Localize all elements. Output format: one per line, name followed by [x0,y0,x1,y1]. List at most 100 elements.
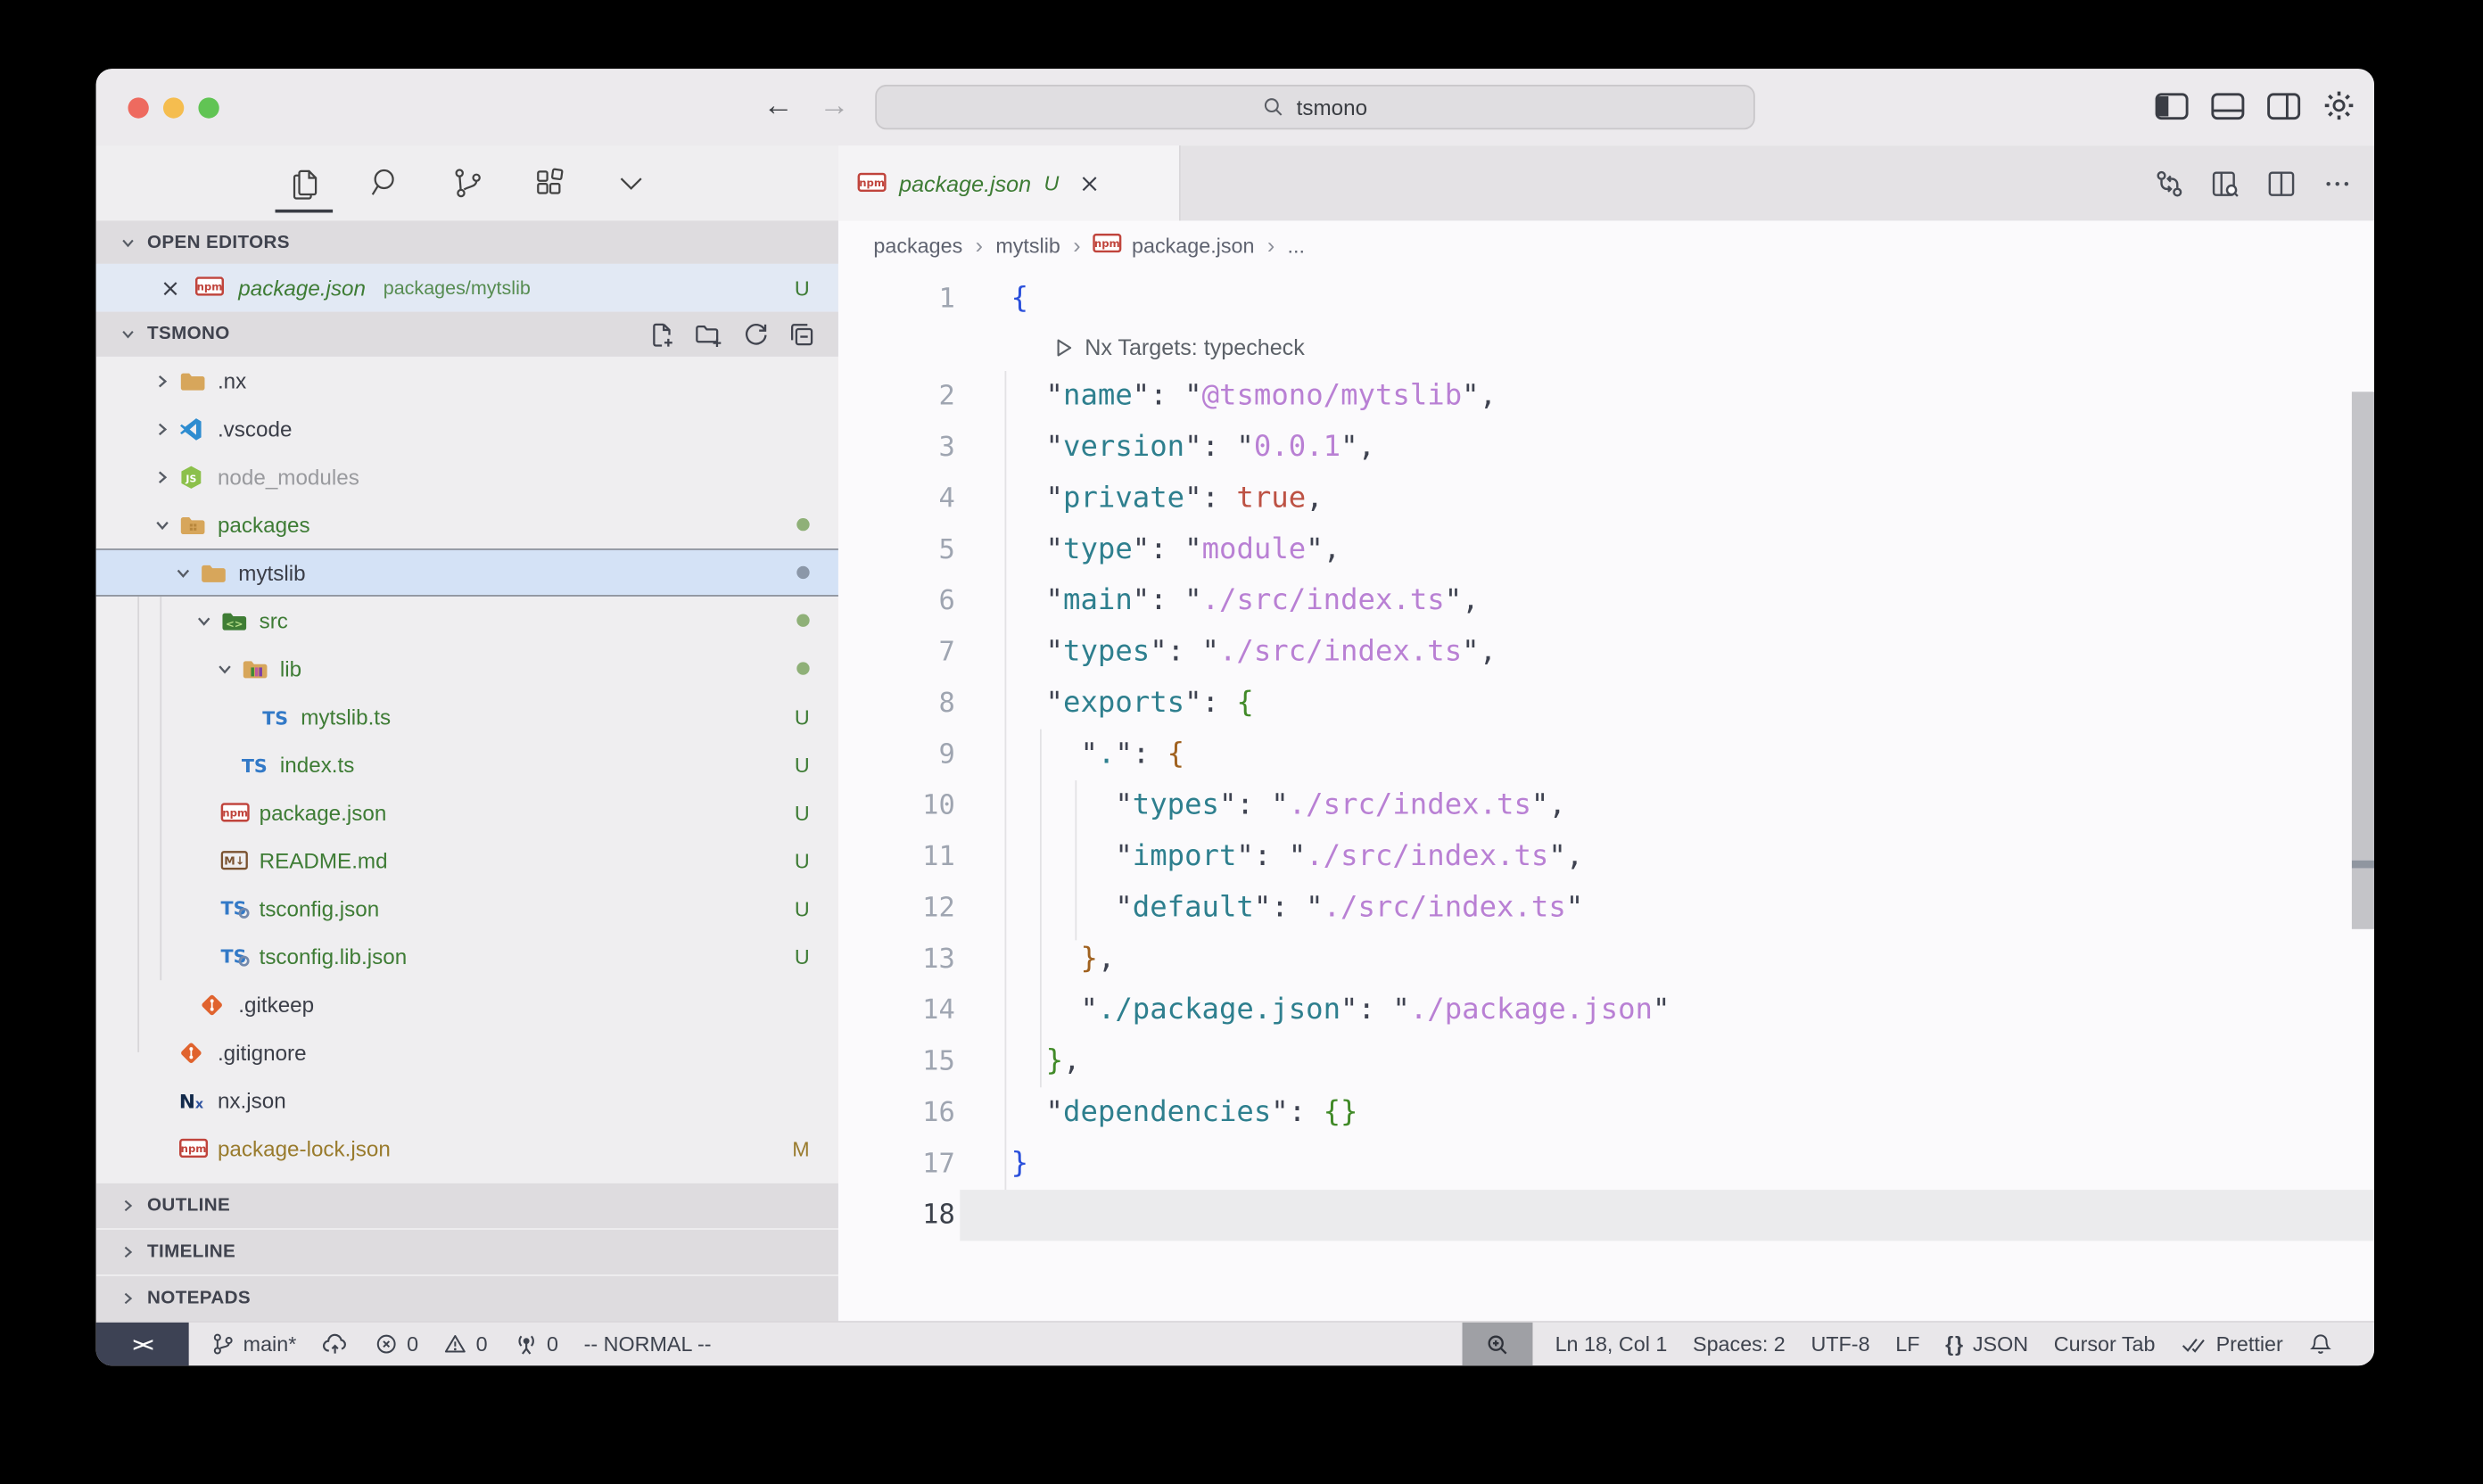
code-line-1[interactable]: 1{ [838,274,2374,325]
code-line-5[interactable]: 5 "type": "module", [838,524,2374,575]
extensions-icon[interactable] [528,159,570,207]
minimize-traffic-light[interactable] [163,97,184,118]
code-line-4[interactable]: 4 "private": true, [838,474,2374,524]
compare-changes-icon[interactable] [2155,169,2183,197]
breadcrumb-mytslib[interactable]: mytslib [995,233,1060,257]
status-cursor-position[interactable]: Ln 18, Col 1 [1555,1332,1668,1356]
forward-arrow-icon[interactable]: → [819,85,849,129]
more-chevron-icon[interactable] [609,159,651,207]
scrollbar[interactable] [2352,392,2374,928]
chevron-right-icon[interactable] [144,370,178,391]
code-line-15[interactable]: 15 }, [838,1036,2374,1087]
settings-gear-icon[interactable] [2323,89,2355,121]
tree-item-package-lock-json[interactable]: npmpackage-lock.jsonM [96,1125,838,1173]
tree-item-mytslib[interactable]: mytslib [96,548,838,597]
chevron-right-icon[interactable] [144,418,178,439]
tree-item-nx-json[interactable]: Nxnx.json [96,1076,838,1125]
code-line-13[interactable]: 13 }, [838,934,2374,985]
code-line-11[interactable]: 11 "import": "./src/index.ts", [838,831,2374,882]
code-line-2[interactable]: 2 "name": "@tsmono/mytslib", [838,371,2374,422]
tab-package-json[interactable]: npm package.json U [838,145,1181,220]
code-line-17[interactable]: 17} [838,1139,2374,1190]
breadcrumb-package-json[interactable]: npmpackage.json [1093,233,1255,257]
status-notifications[interactable] [2308,1332,2332,1356]
breadcrumb-packages[interactable]: packages [873,233,962,257]
status-zoom-indicator[interactable] [1463,1322,1533,1365]
split-editor-icon[interactable] [2267,169,2296,197]
layout-panel-bottom-icon[interactable] [2211,92,2245,119]
layout-sidebar-left-icon[interactable] [2155,92,2189,119]
tree-item-package-json[interactable]: npmpackage.jsonU [96,788,838,837]
code-line-3[interactable]: 3 "version": "0.0.1", [838,422,2374,473]
codelens-nx-targets[interactable]: Nx Targets: typecheck [838,325,2374,371]
tree-item--gitkeep[interactable]: .gitkeep [96,980,838,1028]
git-status-badge: U [795,705,810,729]
code-line-8[interactable]: 8 "exports": { [838,678,2374,729]
code-line-6[interactable]: 6 "main": "./src/index.ts", [838,576,2374,627]
breadcrumb--[interactable]: ... [1288,233,1305,257]
chevron-down-icon[interactable] [206,658,241,679]
tree-item--nx[interactable]: .nx [96,357,838,405]
zoom-traffic-light[interactable] [198,97,219,118]
tree-item-mytslib-ts[interactable]: TSmytslib.tsU [96,692,838,740]
timeline-header[interactable]: TIMELINE [96,1230,838,1274]
tree-item--vscode[interactable]: .vscode [96,405,838,453]
status-git-branch[interactable]: main* [211,1332,297,1356]
close-traffic-light[interactable] [128,97,149,118]
code-area[interactable]: 1{Nx Targets: typecheck2 "name": "@tsmon… [838,268,2374,1321]
chevron-down-icon[interactable] [186,610,220,631]
status-remote-indicator[interactable]: >< [96,1322,189,1365]
code-line-18[interactable]: 18 [838,1190,2374,1241]
status-indentation[interactable]: Spaces: 2 [1693,1332,1786,1356]
code-line-10[interactable]: 10 "types": "./src/index.ts", [838,780,2374,831]
notepads-header[interactable]: NOTEPADS [96,1276,838,1321]
outline-header[interactable]: OUTLINE [96,1183,838,1228]
status-warnings[interactable]: 0 [444,1332,488,1356]
open-editors-header[interactable]: OPEN EDITORS [96,220,838,263]
code-line-7[interactable]: 7 "types": "./src/index.ts", [838,627,2374,678]
chevron-right-icon[interactable] [144,466,178,487]
status-formatter[interactable]: Prettier [2181,1332,2283,1356]
status-sync[interactable] [322,1332,349,1356]
tree-item-index-ts[interactable]: TSindex.tsU [96,740,838,788]
status-encoding[interactable]: UTF-8 [1811,1332,1869,1356]
tree-item-tsconfig-lib-json[interactable]: TStsconfig.lib.jsonU [96,932,838,980]
close-icon[interactable] [160,277,180,298]
status-errors[interactable]: 0 [375,1332,418,1356]
status-vim-mode[interactable]: -- NORMAL -- [584,1332,712,1356]
tree-item--gitignore[interactable]: .gitignore [96,1028,838,1076]
layout-sidebar-right-icon[interactable] [2267,92,2301,119]
collapse-all-icon[interactable] [788,321,815,348]
code-line-14[interactable]: 14 "./package.json": "./package.json" [838,985,2374,1036]
status-language-mode[interactable]: {}JSON [1945,1332,2028,1356]
status-ports[interactable]: 0 [513,1332,558,1356]
tree-item-readme-md[interactable]: M↓README.mdU [96,837,838,885]
tree-item-src[interactable]: <>src [96,597,838,645]
new-file-icon[interactable] [648,321,674,348]
new-folder-icon[interactable] [695,321,723,348]
tree-item-tsconfig-json[interactable]: TStsconfig.jsonU [96,885,838,933]
close-icon[interactable] [1078,172,1101,194]
status-eol[interactable]: LF [1895,1332,1919,1356]
more-actions-icon[interactable] [2323,169,2352,197]
open-editor-item[interactable]: npm package.json packages/mytslib U [96,264,838,312]
code-line-16[interactable]: 16 "dependencies": {} [838,1087,2374,1138]
source-control-icon[interactable] [446,159,488,207]
tree-item-lib[interactable]: lib [96,645,838,693]
command-center-search[interactable]: tsmono [875,85,1755,129]
explorer-header[interactable]: TSMONO [96,312,838,357]
tree-item-node-modules[interactable]: JSnode_modules [96,452,838,500]
back-arrow-icon[interactable]: ← [763,85,794,129]
open-changes-icon[interactable] [2211,169,2240,197]
chevron-down-icon[interactable] [165,562,200,582]
status-cursor-tab[interactable]: Cursor Tab [2054,1332,2156,1356]
chevron-down-icon[interactable] [144,514,178,534]
open-editor-filename: package.json [238,276,366,300]
explorer-icon[interactable] [284,159,326,207]
search-icon[interactable] [365,159,407,207]
code-text: }, [955,1036,1081,1087]
code-line-12[interactable]: 12 "default": "./src/index.ts" [838,883,2374,934]
refresh-icon[interactable] [742,321,769,348]
tree-item-packages[interactable]: packages [96,500,838,548]
code-line-9[interactable]: 9 ".": { [838,730,2374,780]
